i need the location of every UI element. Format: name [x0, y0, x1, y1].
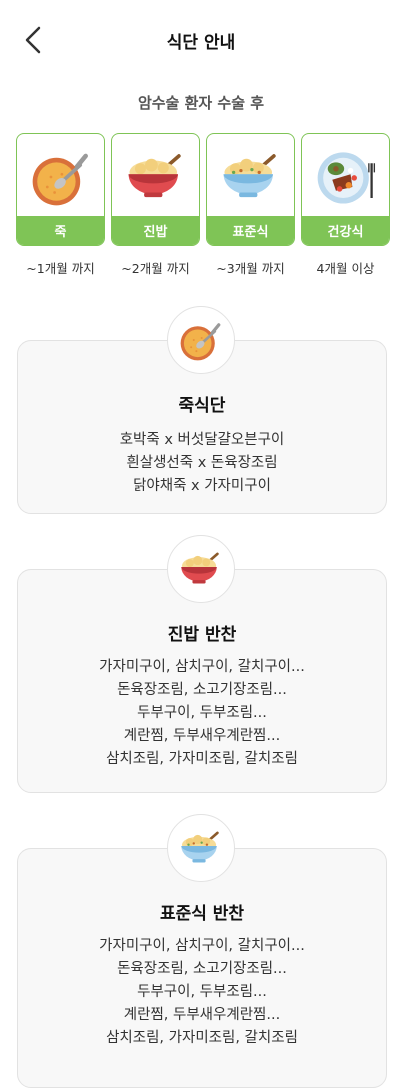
menu-item: 가자미구이, 삼치구이, 갈치구이... [99, 938, 305, 954]
stage-card[interactable]: 죽 [16, 133, 105, 246]
menu-item: 계란찜, 두부새우계란찜... [123, 728, 281, 744]
stage-period: ~2개월 까지 [121, 261, 190, 276]
menu-items: 가자미구이, 삼치구이, 갈치구이... 돈육장조림, 소고기장조림... 두부… [18, 935, 386, 1050]
stage-label: 죽 [17, 216, 104, 245]
menu-badge [167, 535, 235, 603]
stage-label: 표준식 [207, 216, 294, 245]
section-subtitle: 암수술 환자 수술 후 [137, 94, 265, 112]
stage-period: ~3개월 까지 [216, 261, 285, 276]
menu-title: 죽식단 [178, 396, 226, 416]
page-title: 식단 안내 [166, 33, 236, 53]
stage-soft-rice[interactable]: 진밥 ~2개월 까지 [111, 133, 200, 277]
porridge-bowl-icon [29, 145, 93, 209]
menu-item: 두부구이, 두부조림... [137, 984, 267, 1000]
stage-label: 건강식 [302, 216, 389, 245]
stage-list: 죽 ~1개월 까지 진밥 ~2개월 까지 표준식 ~3개월 까지 건강식 4개월… [16, 133, 390, 283]
stage-standard[interactable]: 표준식 ~3개월 까지 [206, 133, 295, 277]
menu-items: 호박죽 x 버섯달걀오븐구이 흰살생선죽 x 돈육장조림 닭야채죽 x 가자미구… [18, 429, 386, 498]
stage-porridge[interactable]: 죽 ~1개월 까지 [16, 133, 105, 277]
stage-card[interactable]: 표준식 [206, 133, 295, 246]
header-bar: 식단 안내 [0, 0, 402, 82]
rice-bowl-red-icon [178, 546, 224, 592]
rice-bowl-red-icon [124, 145, 188, 209]
stage-card[interactable]: 건강식 [301, 133, 390, 246]
menu-item: 가자미구이, 삼치구이, 갈치구이... [99, 659, 305, 675]
menu-badge [167, 814, 235, 882]
menu-item: 흰살생선죽 x 돈육장조림 [126, 455, 278, 471]
menu-item: 돈육장조림, 소고기장조림... [117, 682, 287, 698]
rice-bowl-blue-icon [219, 145, 283, 209]
menu-item: 삼치조림, 가자미조림, 갈치조림 [106, 1030, 298, 1046]
stage-healthy[interactable]: 건강식 4개월 이상 [301, 133, 390, 277]
menu-items: 가자미구이, 삼치구이, 갈치구이... 돈육장조림, 소고기장조림... 두부… [18, 656, 386, 771]
menu-card-standard: 표준식 반찬 가자미구이, 삼치구이, 갈치구이... 돈육장조림, 소고기장조… [17, 848, 387, 1088]
menu-item: 계란찜, 두부새우계란찜... [123, 1007, 281, 1023]
stage-card[interactable]: 진밥 [111, 133, 200, 246]
stage-label: 진밥 [112, 216, 199, 245]
menu-item: 삼치조림, 가자미조림, 갈치조림 [106, 751, 298, 767]
menu-item: 닭야채죽 x 가자미구이 [133, 478, 271, 494]
menu-item: 두부구이, 두부조림... [137, 705, 267, 721]
rice-bowl-blue-icon [178, 825, 224, 871]
stage-period: 4개월 이상 [316, 261, 375, 276]
menu-badge [167, 306, 235, 374]
healthy-plate-icon [314, 145, 378, 209]
menu-title: 표준식 반찬 [159, 904, 245, 924]
menu-item: 호박죽 x 버섯달걀오븐구이 [119, 432, 285, 448]
porridge-bowl-icon [178, 317, 224, 363]
stage-period: ~1개월 까지 [26, 261, 95, 276]
menu-item: 돈육장조림, 소고기장조림... [117, 961, 287, 977]
menu-title: 진밥 반찬 [167, 625, 237, 645]
